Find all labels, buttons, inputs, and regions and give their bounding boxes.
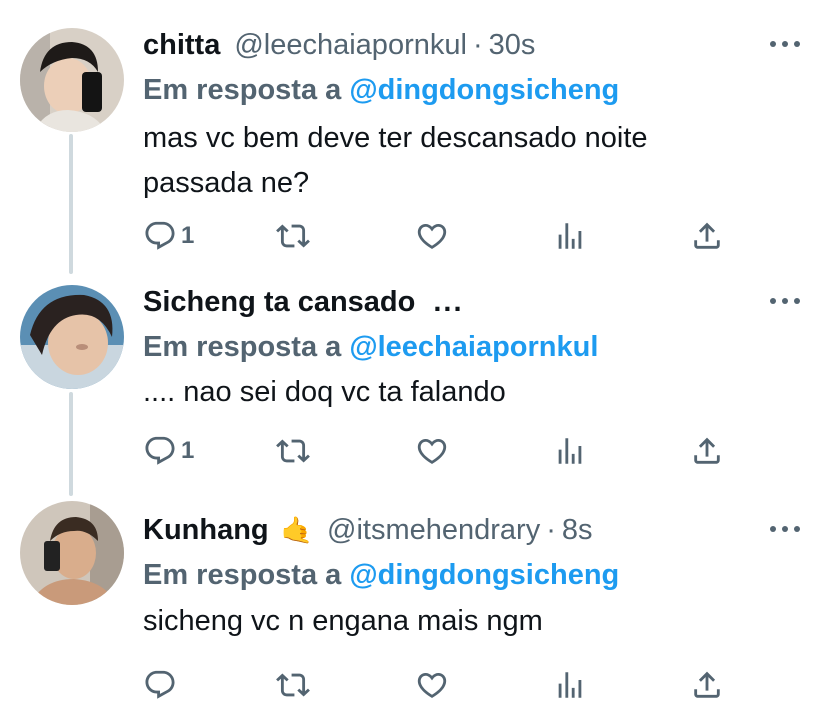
action-bar	[0, 665, 828, 705]
avatar[interactable]	[20, 501, 124, 605]
like-icon	[415, 219, 449, 253]
reply-count: 1	[181, 222, 195, 249]
mention-link[interactable]: @dingdongsicheng	[349, 74, 619, 106]
analytics-button[interactable]	[553, 216, 587, 256]
share-icon	[690, 219, 724, 253]
retweet-button[interactable]	[276, 665, 310, 705]
avatar[interactable]	[20, 285, 124, 389]
retweet-icon	[276, 434, 310, 468]
analytics-icon	[553, 434, 587, 468]
replying-to: Em resposta a @dingdongsicheng	[143, 557, 619, 593]
replying-prefix: Em resposta a	[143, 559, 342, 591]
timestamp[interactable]: 8s	[562, 513, 593, 547]
avatar[interactable]	[20, 28, 124, 132]
reply-count: 1	[181, 437, 195, 464]
reply-button[interactable]	[143, 665, 181, 705]
replying-to: Em resposta a @dingdongsicheng	[143, 72, 619, 108]
timestamp[interactable]: 30s	[489, 28, 536, 62]
share-button[interactable]	[690, 665, 724, 705]
reply-icon	[143, 668, 177, 702]
more-options-icon[interactable]	[770, 519, 800, 539]
analytics-icon	[553, 219, 587, 253]
name-emoji: 🤙	[280, 515, 314, 545]
more-options-icon[interactable]	[770, 34, 800, 54]
like-button[interactable]	[415, 665, 449, 705]
like-button[interactable]	[415, 216, 449, 256]
reply-icon	[143, 219, 177, 253]
reply-icon	[143, 434, 177, 468]
tweet-text: mas vc bem deve ter descansado noite pas…	[143, 116, 783, 206]
display-name[interactable]: Sicheng ta cansado	[143, 285, 415, 319]
tweet-reply-1[interactable]: chitta @leechaiapornkul · 30s Em respost…	[0, 28, 828, 248]
tweet-text-line: passada ne?	[143, 167, 310, 199]
like-icon	[415, 668, 449, 702]
tweet-reply-3[interactable]: Kunhang 🤙 @itsmehendrary · 8s Em respost…	[0, 501, 828, 713]
analytics-button[interactable]	[553, 431, 587, 471]
replying-prefix: Em resposta a	[143, 331, 342, 363]
tweet-text: .... nao sei doq vc ta falando	[143, 370, 783, 415]
reply-button[interactable]: 1	[143, 431, 194, 471]
share-icon	[690, 668, 724, 702]
user-handle[interactable]: @itsmehendrary	[327, 513, 540, 547]
reply-button[interactable]: 1	[143, 216, 194, 256]
tweet-reply-2[interactable]: Sicheng ta cansado ... Em resposta a @le…	[0, 285, 828, 475]
tweet-header: chitta @leechaiapornkul · 30s	[143, 28, 535, 62]
share-icon	[690, 434, 724, 468]
display-name[interactable]: Kunhang	[143, 513, 269, 547]
replying-prefix: Em resposta a	[143, 74, 342, 106]
tweet-header: Kunhang 🤙 @itsmehendrary · 8s	[143, 513, 593, 547]
user-handle[interactable]: @leechaiapornkul	[234, 28, 467, 62]
like-icon	[415, 434, 449, 468]
separator: ·	[472, 29, 483, 61]
separator: ·	[546, 514, 556, 546]
more-options-icon[interactable]	[770, 291, 800, 311]
tweet-text-line: .... nao sei doq vc ta falando	[143, 376, 506, 408]
retweet-icon	[276, 219, 310, 253]
mention-link[interactable]: @dingdongsicheng	[349, 559, 619, 591]
share-button[interactable]	[690, 431, 724, 471]
truncation-ellipsis: ...	[433, 286, 464, 318]
retweet-button[interactable]	[276, 431, 310, 471]
share-button[interactable]	[690, 216, 724, 256]
display-name[interactable]: chitta	[143, 28, 220, 62]
tweet-text: sicheng vc n engana mais ngm	[143, 599, 783, 644]
tweet-text-line: mas vc bem deve ter descansado noite	[143, 122, 648, 154]
action-bar: 1	[0, 216, 828, 256]
retweet-icon	[276, 668, 310, 702]
retweet-button[interactable]	[276, 216, 310, 256]
replying-to: Em resposta a @leechaiapornkul	[143, 329, 598, 365]
tweet-text-line: sicheng vc n engana mais ngm	[143, 605, 543, 637]
action-bar: 1	[0, 431, 828, 471]
analytics-button[interactable]	[553, 665, 587, 705]
tweet-header: Sicheng ta cansado ...	[143, 285, 464, 319]
analytics-icon	[553, 668, 587, 702]
mention-link[interactable]: @leechaiapornkul	[349, 331, 598, 363]
like-button[interactable]	[415, 431, 449, 471]
